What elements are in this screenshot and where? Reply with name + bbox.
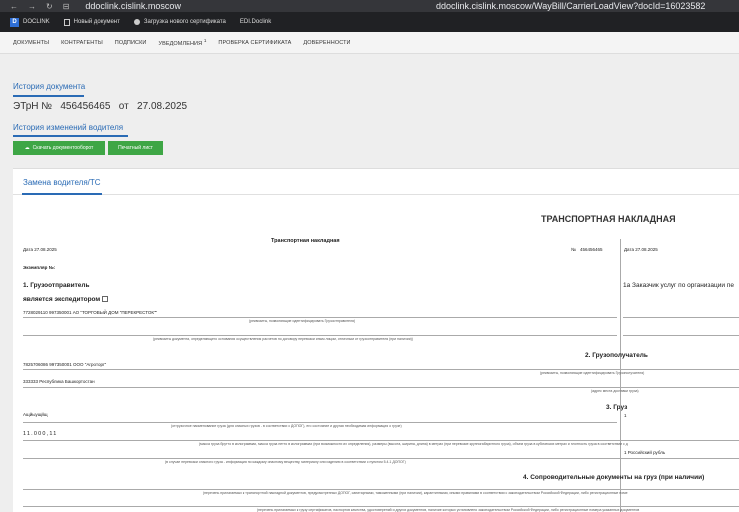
forwarder-label: является экспедитором <box>23 296 109 303</box>
address-caption: (адрес места доставки груза) <box>591 389 639 393</box>
reload-icon[interactable]: ↻ <box>46 2 53 11</box>
nav-powers-of-attorney[interactable]: ДОВЕРЕННОСТИ <box>303 40 350 46</box>
nav-notifications[interactable]: УВЕДОМЛЕНИЯ 1 <box>158 38 206 47</box>
address-bar-full[interactable]: ddoclink.cislink.moscow/WayBill/CarrierL… <box>436 0 705 12</box>
bookmarks-bar: D DOCLINK Новый документ Загрузка нового… <box>0 12 739 32</box>
document-history-link[interactable]: История документа <box>13 82 85 91</box>
document-icon <box>63 18 70 26</box>
nav-subscriptions[interactable]: ПОДПИСКИ <box>115 40 147 46</box>
tab-underline <box>22 193 102 195</box>
docs-line <box>23 489 739 490</box>
doclink-logo-icon: D <box>10 17 19 27</box>
waybill-number: 456456465 <box>580 247 603 252</box>
cargo-name-line <box>23 422 617 423</box>
cargo-divider <box>620 402 621 512</box>
consignee-line <box>23 369 739 370</box>
nav-documents[interactable]: ДОКУМЕНТЫ <box>13 40 49 46</box>
shipper-value: 7728029110 997350001 АО "ТОРГОВЫЙ ДОМ "П… <box>23 310 158 315</box>
browser-nav: ← → ↻ ⊟ <box>10 2 69 11</box>
forwarder-checkbox[interactable] <box>102 296 109 303</box>
cloud-download-icon: ☁ <box>24 145 30 151</box>
bookmark-upload-certificate[interactable]: Загрузка нового сертификата <box>133 19 226 25</box>
globe-icon <box>133 19 140 25</box>
contract-line <box>23 335 617 336</box>
waybill-date-right: Дата 27.08.2025 <box>624 247 658 252</box>
bookmark-new-document[interactable]: Новый документ <box>63 18 120 26</box>
print-sheet-button[interactable]: Печатный лист <box>108 141 163 155</box>
top-navigation: ДОКУМЕНТЫ КОНТРАГЕНТЫ ПОДПИСКИ УВЕДОМЛЕН… <box>0 32 739 54</box>
section-shipper-title: 1. Грузоотправитель <box>23 282 90 289</box>
nav-certificate-check[interactable]: ПРОВЕРКА СЕРТИФИКАТА <box>218 40 291 46</box>
shipper-line <box>23 317 617 318</box>
back-icon[interactable]: ← <box>10 2 18 11</box>
weight-caption: (масса груза брутто в килограммах, масса… <box>199 442 628 446</box>
customer-line-1 <box>623 317 739 318</box>
currency-value: 1 Российский рубль <box>624 450 666 455</box>
notifications-count: 1 <box>203 38 207 44</box>
history-underline <box>13 95 84 97</box>
danger-line <box>23 458 739 459</box>
cargo-name-value: Ащйыущйщ <box>23 412 48 417</box>
forward-icon[interactable]: → <box>28 2 36 11</box>
section-consignee-title: 2. Грузополучатель <box>585 352 648 359</box>
shipper-caption: (реквизиты, позволяющие идентифицировать… <box>249 319 356 323</box>
cargo-weight-value: 11.000,11 <box>23 431 58 437</box>
address-bar-short[interactable]: ddoclink.cislink.moscow <box>85 1 181 11</box>
consignee-value: 7825706086 997350001 ООО "Агроторг" <box>23 362 107 367</box>
main-content: История документа ЭТрН № 456456465 от 27… <box>0 54 739 512</box>
copy-number-label: Экземпляр №: <box>23 265 56 270</box>
waybill-big-title: ТРАНСПОРТНАЯ НАКЛАДНАЯ <box>541 214 676 224</box>
cargo-caption: (отгрузочное наименование груза (для опа… <box>171 424 402 428</box>
nav-contractors[interactable]: КОНТРАГЕНТЫ <box>61 40 103 46</box>
waybill-number-label: № <box>571 247 576 252</box>
address-value: 333333 Республика Башкортостан <box>23 379 95 384</box>
consignee-caption: (реквизиты, позволяющие идентифицировать… <box>540 371 645 375</box>
docs-caption-2: (перечень прилагаемых к грузу сертификат… <box>257 508 640 512</box>
site-info-icon[interactable]: ⊟ <box>63 2 70 11</box>
docs-line-2 <box>23 506 739 507</box>
section-docs-title: 4. Сопроводительные документы на груз (п… <box>523 474 705 481</box>
section-cargo-title: 3. Груз <box>606 404 628 411</box>
address-line <box>23 387 739 388</box>
waybill-date: Дата 27.08.2025 <box>23 247 57 252</box>
driver-history-underline <box>13 135 128 137</box>
page-title: ЭТрН № 456456465 от 27.08.2025 <box>13 101 188 112</box>
contract-caption: (реквизиты документа, определяющего осно… <box>153 337 413 341</box>
cargo-weight-line <box>23 440 739 441</box>
docs-caption: (перечень прилагаемых к транспортной нак… <box>203 491 628 495</box>
danger-caption: (в случае перевозки опасного груза - инф… <box>165 460 406 464</box>
bookmark-edi-doclink[interactable]: EDI.Doclink <box>240 19 271 25</box>
tab-driver-replacement[interactable]: Замена водителя/ТС <box>23 178 101 187</box>
waybill-subtitle: Транспортная накладная <box>271 238 340 244</box>
cargo-number: 1 <box>624 413 627 418</box>
section-customer-title: 1а Заказчик услуг по организации пе <box>623 282 734 289</box>
tab-divider <box>13 194 739 195</box>
browser-bar: ← → ↻ ⊟ ddoclink.cislink.moscow ddoclink… <box>0 0 739 12</box>
driver-history-link[interactable]: История изменений водителя <box>13 123 123 132</box>
bookmark-doclink[interactable]: D DOCLINK <box>10 17 50 27</box>
download-docflow-button[interactable]: ☁ Скачать документооборот <box>13 141 105 155</box>
document-panel: Замена водителя/ТС ТРАНСПОРТНАЯ НАКЛАДНА… <box>13 168 739 512</box>
customer-line-2 <box>623 335 739 336</box>
